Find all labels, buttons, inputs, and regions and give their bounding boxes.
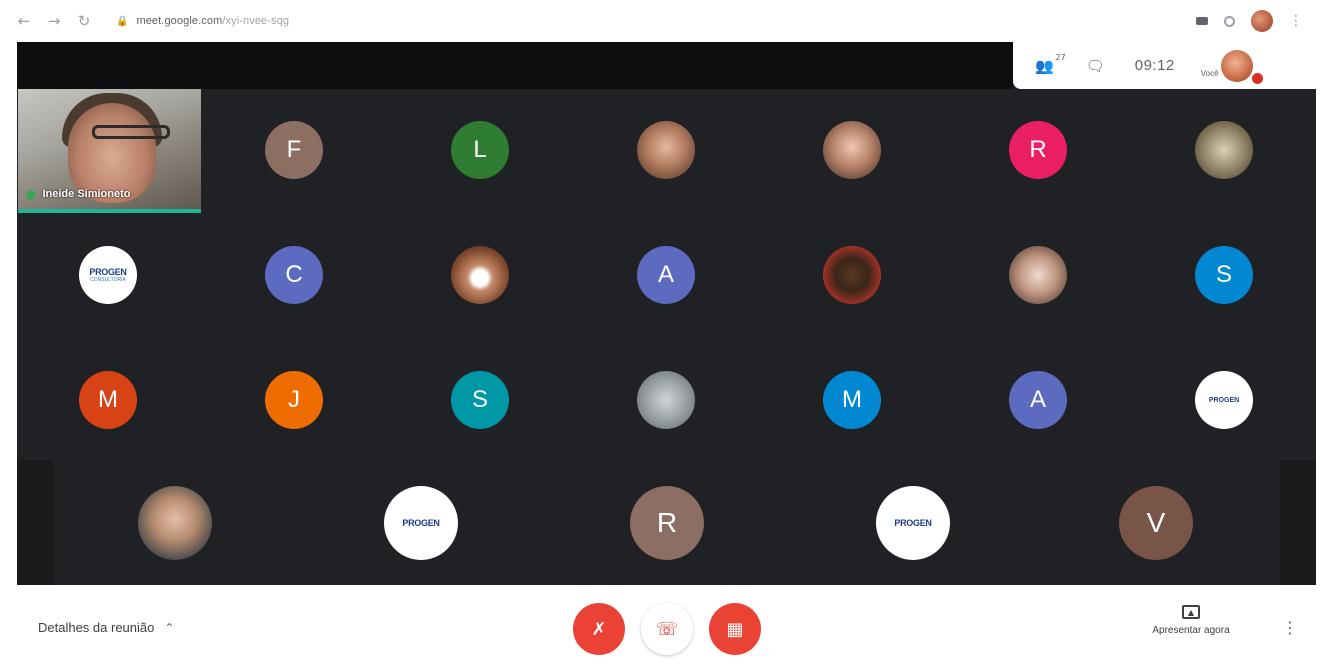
participant-logo[interactable]: PROGEN <box>876 486 950 560</box>
participant-tile[interactable]: C <box>265 246 323 304</box>
participant-initial: R <box>656 507 678 538</box>
meeting-clock: 09:12 <box>1134 57 1175 74</box>
back-arrow-icon[interactable]: ← <box>16 13 32 29</box>
forward-arrow-icon[interactable]: → <box>46 13 62 29</box>
participant-photo[interactable] <box>1009 246 1067 304</box>
participant-initial: S <box>471 386 488 413</box>
extension-circle-icon[interactable] <box>1224 15 1235 27</box>
progen-logo-text: PROGEN <box>894 518 932 528</box>
notification-dot <box>1251 72 1263 84</box>
progen-logo-text: PROGEN <box>402 518 440 528</box>
participant-photo[interactable] <box>637 121 695 179</box>
presenter-name: Ineide Simioneto <box>42 188 131 200</box>
participant-initial: R <box>1029 136 1047 163</box>
meeting-controls-bar: Detalhes da reunião ⌃ ✗ ☏ ▦ ▲ Apresentar… <box>17 585 1316 669</box>
participant-initial: F <box>286 136 302 163</box>
participant-logo[interactable]: PROGEN CONSULTORIA <box>79 246 137 304</box>
speaking-indicator <box>18 209 201 213</box>
participant-tile[interactable]: M <box>823 371 881 429</box>
chevron-up-icon: ⌃ <box>164 620 175 635</box>
participant-initial: A <box>657 261 674 288</box>
participant-initial: J <box>288 386 300 413</box>
participant-photo[interactable] <box>637 371 695 429</box>
progen-logo-subtext: CONSULTORIA <box>90 277 126 283</box>
people-count: 27 <box>1055 52 1066 62</box>
audio-level-icon: ● <box>26 187 37 201</box>
participant-initial: L <box>473 136 487 163</box>
lock-icon: 🔒 <box>116 15 129 27</box>
url-host: meet.google.com <box>136 15 223 27</box>
participant-tile[interactable]: F <box>265 121 323 179</box>
participant-initial: A <box>1029 386 1046 413</box>
participant-initial: M <box>98 386 118 413</box>
participant-initial: C <box>285 261 303 288</box>
reload-icon[interactable]: ↻ <box>76 13 92 29</box>
browser-actions: ⋮ <box>1196 10 1303 32</box>
meeting-details-label: Detalhes da reunião <box>38 620 155 635</box>
participant-tile[interactable]: M <box>79 371 137 429</box>
self-avatar <box>1220 49 1253 82</box>
mic-off-icon: ✗ <box>591 618 607 640</box>
participant-photo[interactable] <box>451 246 509 304</box>
self-view[interactable]: Você <box>1200 49 1263 84</box>
meeting-stage: 👥 27 🗨 09:12 Você ● Ineide Simioneto F L … <box>17 42 1316 585</box>
participant-logo[interactable]: PROGEN <box>384 486 458 560</box>
presenter-name-tag: ● Ineide Simioneto <box>26 187 131 201</box>
more-options-icon[interactable]: ⋮ <box>1282 618 1298 637</box>
extension-icon[interactable] <box>1196 17 1208 25</box>
chat-icon[interactable]: 🗨 <box>1086 57 1105 75</box>
participant-photo[interactable] <box>1195 121 1253 179</box>
participant-initial: S <box>1215 261 1232 288</box>
presenter-glasses <box>92 125 170 139</box>
participant-tile[interactable]: R <box>630 486 704 560</box>
participant-tile[interactable]: R <box>1009 121 1067 179</box>
participant-tile[interactable]: S <box>451 371 509 429</box>
camera-off-icon: ▦ <box>726 618 744 640</box>
browser-menu-icon[interactable]: ⋮ <box>1289 13 1303 29</box>
participant-photo[interactable] <box>823 246 881 304</box>
url-path: /xyi-nvee-sqg <box>222 15 290 27</box>
participant-tile[interactable]: V <box>1119 486 1193 560</box>
participant-tile[interactable]: S <box>1195 246 1253 304</box>
participant-tile[interactable]: L <box>451 121 509 179</box>
meeting-info-panel: 👥 27 🗨 09:12 Você <box>1013 42 1316 89</box>
participant-tile[interactable]: A <box>637 246 695 304</box>
url-text: meet.google.com/xyi-nvee-sqg <box>136 15 289 27</box>
participant-tile[interactable]: J <box>265 371 323 429</box>
participant-photo[interactable] <box>823 121 881 179</box>
participant-logo[interactable]: PROGEN <box>1195 371 1253 429</box>
browser-profile-avatar[interactable] <box>1251 10 1273 32</box>
mic-toggle-button[interactable]: ✗ <box>573 603 625 655</box>
presenter-video-tile[interactable]: ● Ineide Simioneto <box>18 89 201 213</box>
browser-toolbar: ← → ↻ 🔒 meet.google.com/xyi-nvee-sqg ⋮ <box>0 0 1329 42</box>
stage-top-bar <box>17 42 1013 89</box>
address-bar[interactable]: 🔒 meet.google.com/xyi-nvee-sqg <box>110 8 1182 34</box>
you-label: Você <box>1200 68 1219 78</box>
present-now-label: Apresentar agora <box>1152 625 1230 636</box>
present-now-button[interactable]: ▲ Apresentar agora <box>1136 605 1246 636</box>
progen-logo-text: PROGEN <box>89 267 127 277</box>
participant-photo[interactable] <box>138 486 212 560</box>
meeting-details-button[interactable]: Detalhes da reunião ⌃ <box>38 620 174 635</box>
leave-call-button[interactable]: ☏ <box>641 603 693 655</box>
participant-initial: V <box>1146 507 1166 538</box>
participant-tile[interactable]: A <box>1009 371 1067 429</box>
people-icon[interactable]: 👥 27 <box>1035 53 1066 75</box>
participant-initial: M <box>842 386 862 413</box>
camera-toggle-button[interactable]: ▦ <box>709 603 761 655</box>
progen-logo-text: PROGEN <box>1208 396 1240 404</box>
phone-hangup-icon: ☏ <box>655 618 679 640</box>
present-screen-icon: ▲ <box>1182 605 1200 619</box>
